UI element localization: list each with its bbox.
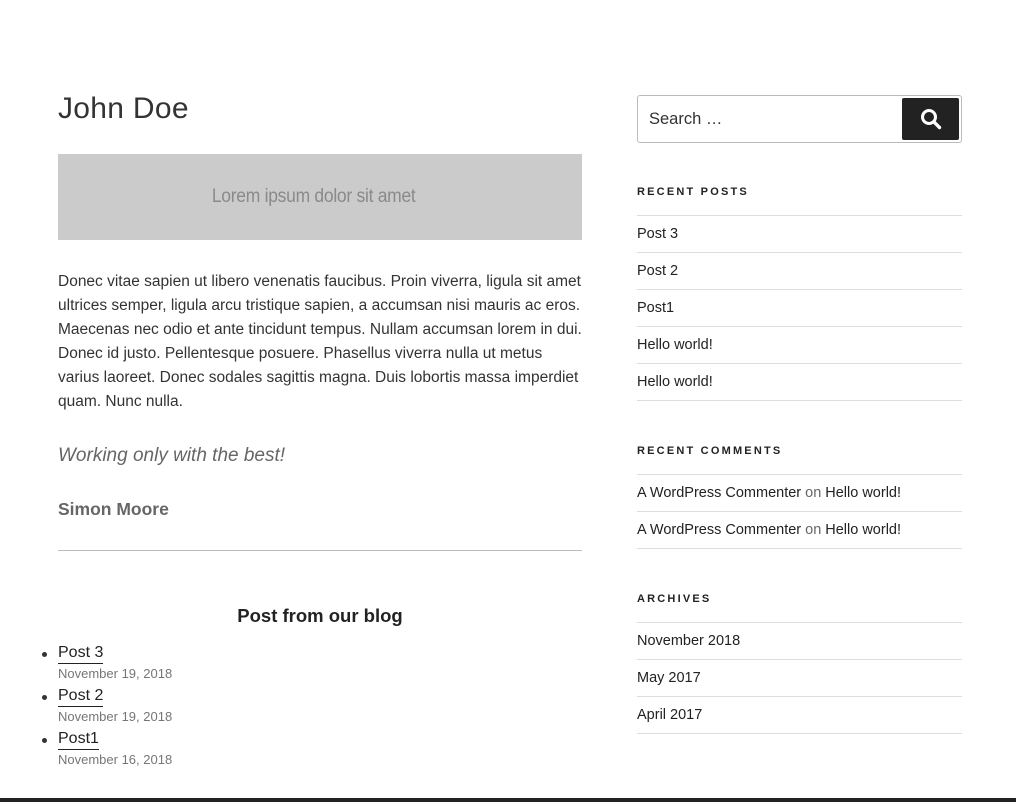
list-item: Post 2 November 19, 2018 bbox=[42, 686, 582, 729]
main-content: John Doe Lorem ipsum dolor sit amet Done… bbox=[42, 88, 582, 772]
sidebar: Recent Posts Post 3 Post 2 Post1 Hello w… bbox=[637, 95, 962, 734]
blog-post-date: November 19, 2018 bbox=[58, 709, 173, 724]
archive-link[interactable]: November 2018 bbox=[637, 633, 740, 649]
recent-post-link[interactable]: Post 2 bbox=[637, 263, 678, 279]
list-item: A WordPress Commenter on Hello world! bbox=[637, 475, 962, 512]
search-button[interactable] bbox=[902, 98, 959, 140]
comment-author-link[interactable]: A WordPress Commenter bbox=[637, 522, 801, 538]
recent-comments-title: Recent Comments bbox=[637, 445, 783, 457]
blog-post-date: November 19, 2018 bbox=[58, 666, 173, 681]
list-item: Post 2 bbox=[637, 253, 962, 290]
banner-image: Lorem ipsum dolor sit amet bbox=[58, 154, 582, 240]
search-input[interactable] bbox=[638, 96, 898, 142]
archives-widget: Archives November 2018 May 2017 April 20… bbox=[637, 592, 962, 734]
comment-connector: on bbox=[805, 522, 822, 538]
signature: Simon Moore bbox=[58, 499, 169, 519]
footer-bar bbox=[0, 798, 1016, 802]
recent-post-link[interactable]: Post 3 bbox=[637, 226, 678, 242]
recent-post-link[interactable]: Post1 bbox=[637, 300, 674, 316]
comment-author-link[interactable]: A WordPress Commenter bbox=[637, 485, 801, 501]
list-item: Hello world! bbox=[637, 364, 962, 401]
list-item: May 2017 bbox=[637, 660, 962, 697]
blog-post-link[interactable]: Post1 bbox=[58, 729, 99, 750]
list-item: Post1 bbox=[637, 290, 962, 327]
recent-posts-widget: Recent Posts Post 3 Post 2 Post1 Hello w… bbox=[637, 185, 962, 401]
list-item: Post1 November 16, 2018 bbox=[42, 729, 582, 772]
quote: Working only with the best! bbox=[58, 445, 286, 466]
page-title: John Doe bbox=[58, 92, 189, 125]
list-item: Post 3 bbox=[637, 216, 962, 253]
blog-post-link[interactable]: Post 3 bbox=[58, 643, 104, 664]
divider bbox=[58, 550, 582, 551]
banner-text: Lorem ipsum dolor sit amet bbox=[212, 186, 416, 207]
archives-list: November 2018 May 2017 April 2017 bbox=[637, 622, 962, 734]
search-icon bbox=[920, 109, 941, 130]
recent-posts-list: Post 3 Post 2 Post1 Hello world! Hello w… bbox=[637, 215, 962, 401]
blog-heading: Post from our blog bbox=[237, 605, 403, 626]
blog-post-link[interactable]: Post 2 bbox=[58, 686, 104, 707]
blog-post-list: Post 3 November 19, 2018 Post 2 November… bbox=[42, 643, 582, 772]
list-item: A WordPress Commenter on Hello world! bbox=[637, 512, 962, 549]
list-item: Hello world! bbox=[637, 327, 962, 364]
recent-posts-title: Recent Posts bbox=[637, 186, 749, 198]
list-item: Post 3 November 19, 2018 bbox=[42, 643, 582, 686]
blog-post-date: November 16, 2018 bbox=[58, 752, 173, 767]
recent-post-link[interactable]: Hello world! bbox=[637, 337, 713, 353]
recent-comments-widget: Recent Comments A WordPress Commenter on… bbox=[637, 444, 962, 549]
recent-post-link[interactable]: Hello world! bbox=[637, 374, 713, 390]
archive-link[interactable]: April 2017 bbox=[637, 707, 702, 723]
archive-link[interactable]: May 2017 bbox=[637, 670, 701, 686]
body-paragraph: Donec vitae sapien ut libero venenatis f… bbox=[58, 273, 582, 410]
archives-title: Archives bbox=[637, 593, 712, 605]
list-item: April 2017 bbox=[637, 697, 962, 734]
comment-connector: on bbox=[805, 485, 822, 501]
recent-comments-list: A WordPress Commenter on Hello world! A … bbox=[637, 474, 962, 549]
list-item: November 2018 bbox=[637, 623, 962, 660]
comment-post-link[interactable]: Hello world! bbox=[825, 522, 901, 538]
comment-post-link[interactable]: Hello world! bbox=[825, 485, 901, 501]
search-form bbox=[637, 95, 962, 143]
page: John Doe Lorem ipsum dolor sit amet Done… bbox=[0, 0, 1016, 802]
